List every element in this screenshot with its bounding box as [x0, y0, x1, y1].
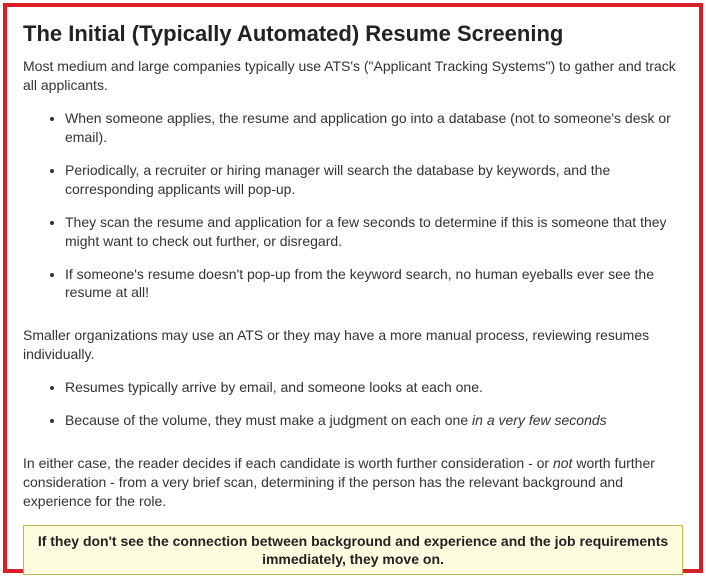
closing-text-a: In either case, the reader decides if ea… [23, 455, 553, 471]
callout-box: If they don't see the connection between… [23, 525, 683, 575]
list-item: If someone's resume doesn't pop-up from … [65, 265, 683, 303]
secondary-bullet-list: Resumes typically arrive by email, and s… [23, 378, 683, 440]
small-orgs-paragraph: Smaller organizations may use an ATS or … [23, 326, 683, 364]
closing-italic: not [553, 455, 572, 471]
list-item: Resumes typically arrive by email, and s… [65, 378, 683, 397]
list-item-italic: in a very few seconds [472, 412, 607, 428]
page-title: The Initial (Typically Automated) Resume… [23, 21, 683, 47]
closing-paragraph: In either case, the reader decides if ea… [23, 454, 683, 511]
primary-bullet-list: When someone applies, the resume and app… [23, 109, 683, 312]
list-item: Periodically, a recruiter or hiring mana… [65, 161, 683, 199]
document-box: The Initial (Typically Automated) Resume… [3, 3, 703, 573]
intro-paragraph: Most medium and large companies typicall… [23, 57, 683, 95]
list-item: Because of the volume, they must make a … [65, 411, 683, 430]
list-item: When someone applies, the resume and app… [65, 109, 683, 147]
list-item-text: Because of the volume, they must make a … [65, 412, 472, 428]
list-item: They scan the resume and application for… [65, 213, 683, 251]
